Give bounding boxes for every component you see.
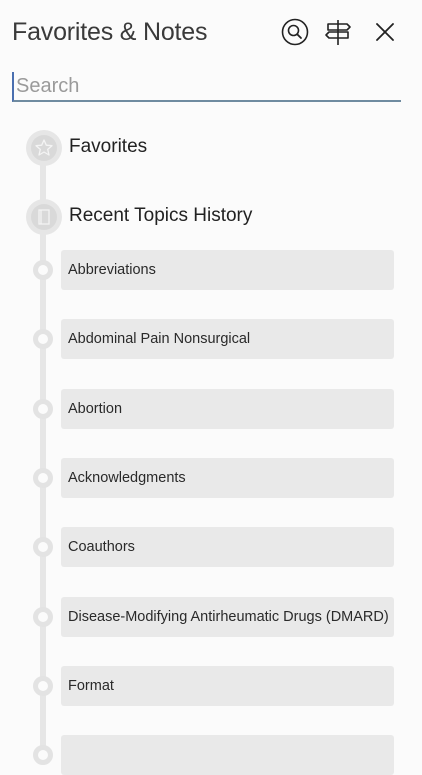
- recent-topic-item[interactable]: Format: [61, 666, 394, 706]
- recent-topic-item[interactable]: Acknowledgments: [61, 458, 394, 498]
- timeline-node: [33, 537, 53, 557]
- favorites-label: Favorites: [69, 136, 148, 157]
- search-bar: [12, 72, 401, 104]
- recent-topics-node: [26, 199, 62, 235]
- recent-topic-item[interactable]: Abdominal Pain Nonsurgical: [61, 319, 394, 359]
- page-title: Favorites & Notes: [12, 18, 208, 46]
- search-input[interactable]: [12, 72, 401, 102]
- timeline-node: [33, 468, 53, 488]
- signpost-button[interactable]: [322, 16, 354, 48]
- timeline-node: [33, 676, 53, 696]
- signpost-icon: [325, 20, 351, 45]
- book-icon: [38, 209, 50, 225]
- star-icon: [35, 139, 53, 156]
- search-icon: [281, 18, 309, 46]
- recent-topic-item[interactable]: Abbreviations: [61, 250, 394, 290]
- timeline-node: [33, 329, 53, 349]
- timeline-node: [33, 399, 53, 419]
- recent-topics-label: Recent Topics History: [69, 205, 253, 226]
- recent-topic-item[interactable]: Coauthors: [61, 527, 394, 567]
- favorites-node: [26, 130, 62, 166]
- timeline-node: [33, 260, 53, 280]
- close-icon: [376, 23, 394, 41]
- search-button[interactable]: [279, 16, 311, 48]
- recent-topic-item[interactable]: [61, 735, 394, 775]
- recent-topic-item[interactable]: Abortion: [61, 389, 394, 429]
- close-button[interactable]: [369, 16, 401, 48]
- header: Favorites & Notes: [0, 0, 422, 70]
- timeline-node: [33, 745, 53, 765]
- timeline-node: [33, 607, 53, 627]
- recent-topic-item[interactable]: Disease-Modifying Antirheumatic Drugs (D…: [61, 597, 394, 637]
